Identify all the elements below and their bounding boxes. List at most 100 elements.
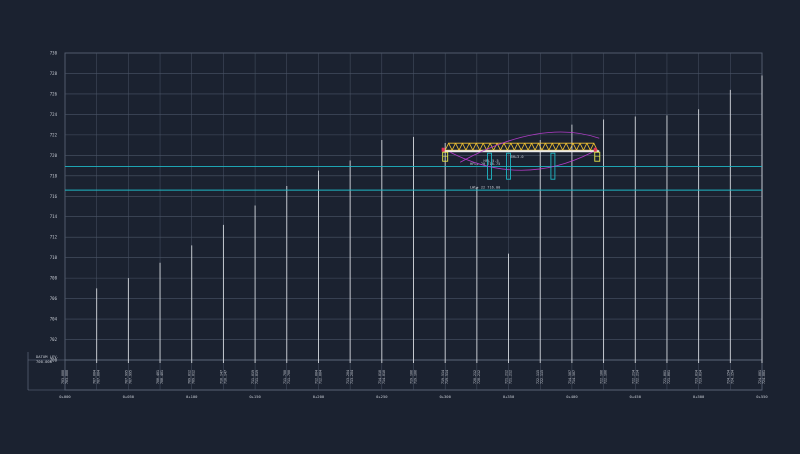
station-label: 0+450 xyxy=(630,394,642,399)
truss-diagonal xyxy=(448,143,453,151)
station-label: 0+300 xyxy=(439,394,451,399)
truss-diagonal xyxy=(517,143,522,151)
truss-diagonal xyxy=(503,143,508,151)
ordinates-layer xyxy=(96,75,763,363)
end-marker xyxy=(593,147,597,152)
y-axis-labels: 7007027047067087107127147167187207227247… xyxy=(50,51,58,363)
abutment xyxy=(594,151,601,162)
truss-diagonal xyxy=(534,143,539,151)
ground-level-value: 719.514 xyxy=(445,370,449,384)
truss-diagonal xyxy=(572,143,577,151)
truss-diagonal xyxy=(510,143,515,151)
truss-diagonal xyxy=(576,143,581,151)
y-tick-label: 720 xyxy=(50,153,58,158)
truss-diagonal xyxy=(565,143,570,151)
y-tick-label: 718 xyxy=(50,173,58,178)
ground-level-value: 714.507 xyxy=(572,370,576,384)
ground-level-value: 724.001 xyxy=(762,370,766,384)
ground-level-value: 709.012 xyxy=(192,370,196,384)
ground-level-value: 710.147 xyxy=(223,370,227,384)
ground-level-value: 712.004 xyxy=(318,370,322,384)
ground-level-value: 723.014 xyxy=(699,370,703,384)
ground-level-value: 714.010 xyxy=(382,370,386,384)
end-marker xyxy=(441,147,445,152)
ground-level-value: 721.801 xyxy=(667,370,671,384)
longitudinal-section-svg: HFL+ 20 718.75LWL+ 22 716.00 HFL 5.5BH+3… xyxy=(27,51,768,399)
truss-diagonal xyxy=(583,143,588,151)
bridge-deck xyxy=(443,150,600,153)
ground-level-value: 707.004 xyxy=(97,370,101,384)
station-labels: 0+000 0+050 0+100 0+150 0+200 0+250 0+300 0+350… xyxy=(59,394,768,399)
ground-level-value: 703.000 xyxy=(65,370,69,384)
truss-diagonal xyxy=(458,143,463,151)
y-tick-label: 712 xyxy=(50,235,58,240)
truss-diagonal xyxy=(555,143,560,151)
truss-diagonal xyxy=(589,143,595,151)
truss-diagonal xyxy=(479,143,484,151)
truss-diagonal xyxy=(562,143,567,151)
truss-diagonal xyxy=(451,143,456,151)
truss-diagonal xyxy=(548,143,553,151)
ground-level-value: 711.700 xyxy=(287,370,291,384)
truss-diagonal xyxy=(472,143,477,151)
station-label: 0+050 xyxy=(123,394,135,399)
ground-level-value: 707.995 xyxy=(128,370,132,384)
truss-diagonal xyxy=(531,143,536,151)
truss-diagonal xyxy=(500,143,505,151)
y-tick-label: 708 xyxy=(50,276,58,281)
y-tick-label: 730 xyxy=(50,51,58,56)
truss-diagonal xyxy=(541,143,546,151)
grid-layer xyxy=(27,52,763,391)
truss-diagonal xyxy=(545,143,550,151)
truss-diagonal xyxy=(579,143,584,151)
truss-diagonal xyxy=(558,143,564,151)
y-tick-label: 702 xyxy=(50,337,58,342)
lwl-label: LWL+ 22 716.00 xyxy=(470,186,500,190)
ground-level-value: 724.154 xyxy=(730,370,734,384)
datum-label-line2: 700.000 xyxy=(36,359,53,364)
y-tick-label: 710 xyxy=(50,255,58,260)
ground-level-value: 720.212 xyxy=(477,370,481,384)
ground-level-value: 713.204 xyxy=(350,370,354,384)
ground-level-value: 722.115 xyxy=(540,370,544,384)
station-label: 0+500 xyxy=(693,394,705,399)
y-tick-label: 714 xyxy=(50,214,58,219)
y-tick-label: 704 xyxy=(50,317,58,322)
station-label: 0+150 xyxy=(249,394,261,399)
truss-diagonal xyxy=(524,143,529,151)
bridge-label-left: HFL 5.5 xyxy=(484,159,499,163)
y-tick-label: 724 xyxy=(50,112,58,117)
truss-diagonal xyxy=(465,143,470,151)
truss-diagonal xyxy=(444,143,449,151)
truss-diagonal xyxy=(462,143,467,151)
ground-level-value: 721.212 xyxy=(509,370,513,384)
truss-diagonal xyxy=(469,143,474,151)
truss-diagonal xyxy=(551,143,557,151)
bridge-label-right: BH+3.0 xyxy=(511,155,524,159)
station-label: 0+100 xyxy=(186,394,198,399)
y-tick-label: 716 xyxy=(50,194,58,199)
ground-level-value: 722.214 xyxy=(635,370,639,384)
y-tick-label: 726 xyxy=(50,91,58,96)
y-tick-label: 728 xyxy=(50,71,58,76)
truss-diagonal xyxy=(527,143,532,151)
station-label: 0+000 xyxy=(59,394,71,399)
truss-diagonal xyxy=(586,143,591,151)
ground-level-value: 722.106 xyxy=(604,370,608,384)
ground-level-value: 719.106 xyxy=(414,370,418,384)
truss-diagonal xyxy=(493,143,498,151)
truss-diagonal xyxy=(513,143,519,151)
truss-diagonal xyxy=(520,143,526,151)
station-label: 0+550 xyxy=(756,394,768,399)
ground-level-value: 708.401 xyxy=(160,370,164,384)
truss-diagonal xyxy=(455,143,460,151)
station-label: 0+250 xyxy=(376,394,388,399)
truss-diagonal xyxy=(507,143,512,151)
profile-drawing: HFL+ 20 718.75 LWL+ 22 716.00 HFL 5.5 BH+3… xyxy=(0,0,800,450)
station-label: 0+200 xyxy=(313,394,325,399)
station-label: 0+350 xyxy=(503,394,515,399)
ground-level-table: 703.000 703.000 707.004 707.004 707.995 707.9… xyxy=(61,370,766,384)
y-tick-label: 722 xyxy=(50,132,58,137)
ground-level-value: 711.019 xyxy=(255,370,259,384)
station-label: 0+400 xyxy=(566,394,578,399)
